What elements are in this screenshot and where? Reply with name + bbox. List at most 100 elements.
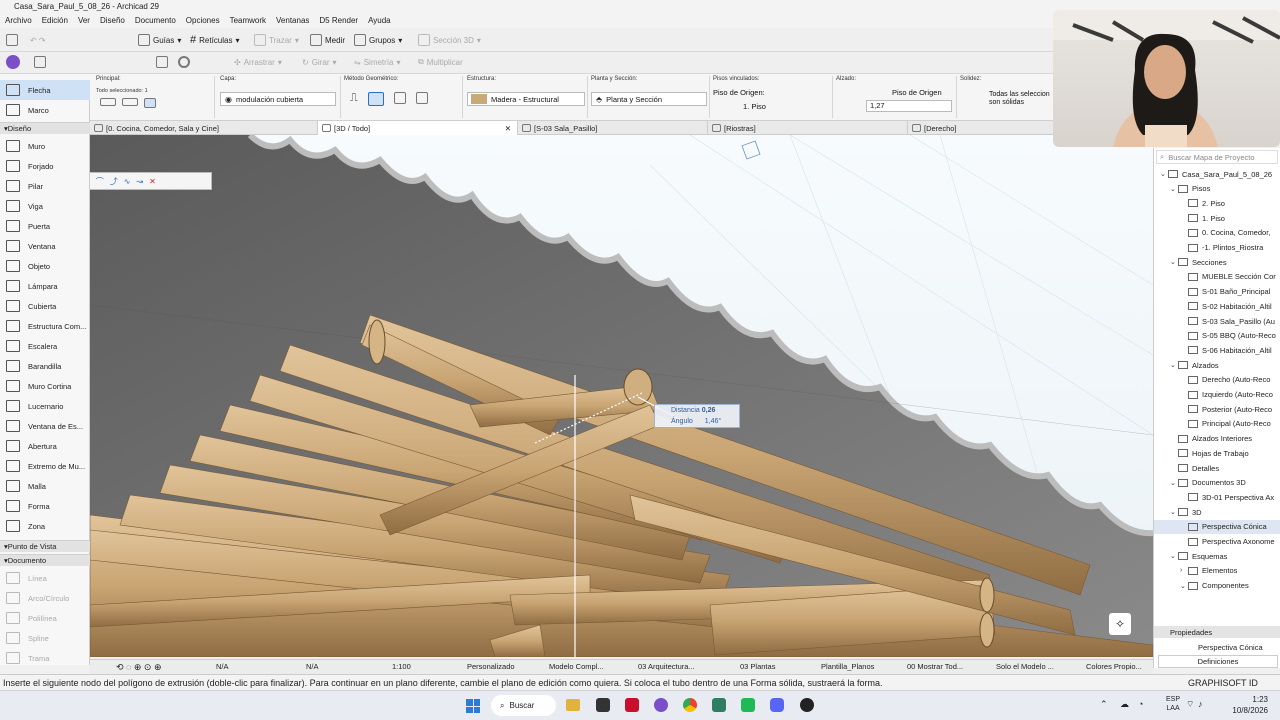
- layer-select[interactable]: ◉ modulación cubierta: [220, 92, 336, 106]
- tool-toolbox-design_tools-3[interactable]: Viga: [0, 196, 90, 216]
- menu-item-0[interactable]: Archivo: [0, 14, 37, 28]
- windows-start-icon[interactable]: [466, 699, 480, 713]
- chrome-icon[interactable]: [683, 698, 697, 712]
- tab-1[interactable]: [3D / Todo] ✕: [318, 121, 518, 135]
- groups-button[interactable]: Grupos ▾: [354, 33, 402, 47]
- app-icon-4[interactable]: [741, 698, 755, 712]
- curve-tool-icon[interactable]: ∿: [124, 177, 131, 186]
- nav-item[interactable]: S-03 Sala_Pasillo (Au: [1180, 314, 1280, 328]
- definitions-button[interactable]: Definiciones: [1158, 655, 1278, 668]
- renovation-filter[interactable]: 00 Mostrar Tod...: [907, 662, 963, 671]
- nav-item[interactable]: 2. Piso: [1180, 196, 1280, 210]
- nav-item[interactable]: 3D-01 Perspectiva Ax: [1180, 490, 1280, 504]
- nav-item[interactable]: ⌄ Documentos 3D: [1170, 476, 1280, 490]
- nav-item[interactable]: Hojas de Trabajo: [1170, 446, 1280, 460]
- nav-item[interactable]: MUEBLE Sección Cor: [1180, 270, 1280, 284]
- tangent-tool-icon[interactable]: ⤴: [110, 176, 118, 187]
- chevron-icon[interactable]: ⌄: [1170, 552, 1178, 560]
- selection-icons[interactable]: [100, 98, 180, 110]
- tube-method-palette[interactable]: ✎ ⌒ ⤴ ∿ ↝ ✕: [90, 172, 212, 190]
- tool-toolbox-design_tools-5[interactable]: Ventana: [0, 236, 90, 256]
- tool-toolbox-design_tools-16[interactable]: Extremo de Mu...: [0, 456, 90, 476]
- rotate-button[interactable]: ↻ Girar ▾: [302, 55, 337, 69]
- toolbox-section[interactable]: ▾ Diseño: [0, 122, 90, 134]
- tool-toolbox-doc_tools-0[interactable]: Línea: [0, 568, 90, 588]
- home-story-value[interactable]: 1. Piso: [743, 102, 766, 111]
- distance-value[interactable]: 0,26: [702, 407, 716, 414]
- nav-item[interactable]: ⌄ Esquemas: [1170, 549, 1280, 563]
- app-icon-2[interactable]: [625, 698, 639, 712]
- scale-value[interactable]: 1:100: [392, 662, 411, 671]
- navigation-compass-icon[interactable]: ✧: [1109, 613, 1131, 635]
- elevation-input[interactable]: 1,27: [866, 100, 952, 112]
- properties-header[interactable]: Propiedades: [1154, 626, 1280, 638]
- tool-toolbox-design_tools-12[interactable]: Muro Cortina: [0, 376, 90, 396]
- tool-toolbox-design_tools-18[interactable]: Forma: [0, 496, 90, 516]
- method-rotated-icon[interactable]: [393, 92, 406, 104]
- 3d-box-icon[interactable]: [156, 55, 168, 69]
- color-override[interactable]: Colores Propio...: [1086, 662, 1142, 671]
- archicad-icon[interactable]: [6, 55, 20, 69]
- tool-toolbox-doc_tools-2[interactable]: Polilínea: [0, 608, 90, 628]
- method-extra-icon[interactable]: [415, 92, 428, 104]
- tray-chevron-icon[interactable]: ⌃: [1100, 699, 1108, 710]
- nav-item[interactable]: 0. Cocina, Comedor,: [1180, 226, 1280, 240]
- status-na-1[interactable]: N/A: [216, 662, 229, 671]
- app-icon-3[interactable]: [712, 698, 726, 712]
- wifi-icon[interactable]: ⌔: [1186, 699, 1194, 710]
- menu-item-4[interactable]: Documento: [130, 14, 181, 28]
- tool-toolbox-design_tools-14[interactable]: Ventana de Es...: [0, 416, 90, 436]
- tool-toolbox-design_tools-10[interactable]: Escalera: [0, 336, 90, 356]
- graphic-override[interactable]: Plantilla_Planos: [821, 662, 874, 671]
- nav-item[interactable]: S-02 Habitación_Altil: [1180, 299, 1280, 313]
- chevron-icon[interactable]: ⌄: [1180, 582, 1188, 590]
- tool-toolbox-design_tools-13[interactable]: Lucernario: [0, 396, 90, 416]
- nav-item[interactable]: Alzados Interiores: [1170, 432, 1280, 446]
- discord-icon[interactable]: [770, 698, 784, 712]
- model-view[interactable]: Modelo Compl...: [549, 662, 604, 671]
- nav-item[interactable]: Perspectiva Axonome: [1180, 535, 1280, 549]
- nav-item[interactable]: › Elementos: [1180, 564, 1280, 578]
- 3d-viewport[interactable]: ✎ ⌒ ⤴ ∿ ↝ ✕ ✧: [90, 135, 1153, 657]
- method-rect-icon[interactable]: [367, 92, 384, 106]
- nav-item[interactable]: Principal (Auto-Reco: [1180, 417, 1280, 431]
- nav-item[interactable]: Perspectiva Cónica: [1154, 519, 1280, 534]
- tool-toolbox-tools-1[interactable]: Marco: [0, 100, 90, 120]
- nav-item[interactable]: 1. Piso: [1180, 211, 1280, 225]
- zoom-icons[interactable]: ⟲ ◌ ⊕ ⊙ ⊕: [116, 662, 162, 673]
- cloud-icon[interactable]: ☁: [1120, 699, 1129, 710]
- tab-3[interactable]: [Riostras]: [708, 121, 908, 135]
- menu-item-1[interactable]: Edición: [37, 14, 73, 28]
- status-na-2[interactable]: N/A: [306, 662, 319, 671]
- nav-item[interactable]: S-05 BBQ (Auto-Reco: [1180, 329, 1280, 343]
- tool-toolbox-design_tools-8[interactable]: Cubierta: [0, 296, 90, 316]
- 3d-view-icon[interactable]: [34, 55, 46, 69]
- menu-item-9[interactable]: Ayuda: [363, 14, 396, 28]
- chevron-icon[interactable]: ⌄: [1170, 258, 1178, 266]
- taskbar-search[interactable]: ⌕ Buscar: [491, 695, 556, 716]
- nav-item[interactable]: -1. Plintos_Riostra: [1180, 241, 1280, 255]
- elevation-reference[interactable]: Piso de Origen: [892, 88, 942, 97]
- mirror-button[interactable]: ⇋ Simetría ▾: [354, 55, 401, 69]
- tool-toolbox-design_tools-17[interactable]: Malla: [0, 476, 90, 496]
- chevron-icon[interactable]: ⌄: [1170, 508, 1178, 516]
- menu-item-3[interactable]: Diseño: [95, 14, 130, 28]
- nav-item[interactable]: Detalles: [1170, 461, 1280, 475]
- file-explorer-icon[interactable]: [566, 699, 580, 711]
- pen-set[interactable]: Personalizado: [467, 662, 515, 671]
- chevron-icon[interactable]: ⌄: [1170, 479, 1178, 487]
- tool-toolbox-doc_tools-1[interactable]: Arco/Círculo: [0, 588, 90, 608]
- tool-toolbox-design_tools-2[interactable]: Pilar: [0, 176, 90, 196]
- nav-item[interactable]: Posterior (Auto-Reco: [1180, 402, 1280, 416]
- guides-button[interactable]: Guías ▾: [138, 33, 181, 47]
- chevron-icon[interactable]: ⌄: [1170, 361, 1178, 369]
- tool-toolbox-design_tools-4[interactable]: Puerta: [0, 216, 90, 236]
- volume-icon[interactable]: ♪: [1198, 699, 1203, 709]
- grids-button[interactable]: # Retículas ▾: [190, 33, 240, 47]
- nav-item[interactable]: ⌄ Pisos: [1170, 182, 1280, 196]
- multiply-button[interactable]: ⧉ Multiplicar: [418, 55, 463, 69]
- method-polyline-icon[interactable]: ⎍: [350, 92, 358, 106]
- trace-button[interactable]: Trazar ▾: [254, 33, 299, 47]
- structure-select[interactable]: Madera - Estructural: [467, 92, 585, 106]
- menu-item-2[interactable]: Ver: [73, 14, 95, 28]
